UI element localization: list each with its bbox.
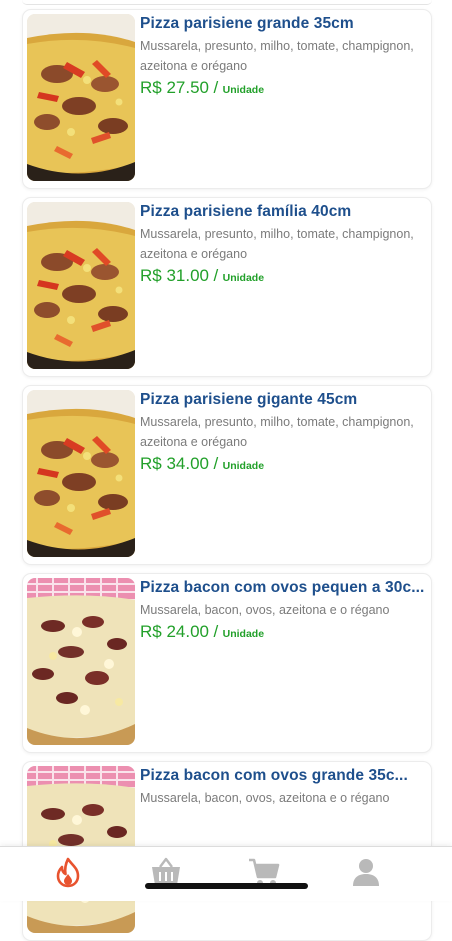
product-image [27, 202, 135, 369]
price-row: R$ 34.00 / Unidade [140, 453, 425, 477]
product-title: Pizza parisiene grande 35cm [140, 15, 354, 32]
price-separator: / [213, 454, 219, 473]
product-price: R$ 31.00 [140, 266, 209, 285]
bottom-tab-bar [0, 846, 452, 901]
price-separator: / [213, 622, 219, 641]
product-price: R$ 27.50 [140, 78, 209, 97]
pizza-image [27, 390, 135, 557]
product-price: R$ 24.00 [140, 622, 209, 641]
tab-profile[interactable] [346, 855, 386, 889]
home-indicator [145, 883, 308, 889]
product-card[interactable]: Pizza parisiene grande 35cm Mussarela, p… [22, 9, 432, 189]
product-title: Pizza parisiene família 40cm [140, 203, 352, 220]
price-row: R$ 24.00 / Unidade [140, 621, 425, 645]
product-unit: Unidade [222, 84, 265, 96]
user-icon [353, 859, 379, 886]
pizza-image [27, 202, 135, 369]
product-price: R$ 34.00 [140, 454, 209, 473]
price-separator: / [213, 266, 219, 285]
fire-icon [56, 857, 80, 888]
pizza-image [27, 14, 135, 181]
product-unit: Unidade [222, 272, 265, 284]
product-description: Mussarela, bacon, ovos, azeitona e o rég… [140, 791, 390, 805]
product-title: Pizza bacon com ovos pequen a 30c... [140, 579, 425, 596]
previous-card-edge [22, 0, 432, 5]
price-row: R$ 27.50 / Unidade [140, 77, 425, 101]
product-description: Mussarela, bacon, ovos, azeitona e o rég… [140, 603, 390, 617]
product-card[interactable]: Pizza parisiene família 40cm Mussarela, … [22, 197, 432, 377]
product-image [27, 578, 135, 745]
product-title: Pizza bacon com ovos grande 35c... [140, 767, 408, 784]
tab-fire[interactable] [48, 855, 88, 889]
product-card[interactable]: Pizza bacon com ovos pequen a 30c... Mus… [22, 573, 432, 753]
product-unit: Unidade [222, 628, 265, 640]
product-image [27, 390, 135, 557]
product-description: Mussarela, presunto, milho, tomate, cham… [140, 415, 414, 449]
product-description: Mussarela, presunto, milho, tomate, cham… [140, 39, 414, 73]
price-separator: / [213, 78, 219, 97]
product-description: Mussarela, presunto, milho, tomate, cham… [140, 227, 414, 261]
product-title: Pizza parisiene gigante 45cm [140, 391, 358, 408]
pizza-image [27, 578, 135, 745]
product-card[interactable]: Pizza parisiene gigante 45cm Mussarela, … [22, 385, 432, 565]
price-row: R$ 31.00 / Unidade [140, 265, 425, 289]
product-image [27, 14, 135, 181]
product-unit: Unidade [222, 460, 265, 472]
